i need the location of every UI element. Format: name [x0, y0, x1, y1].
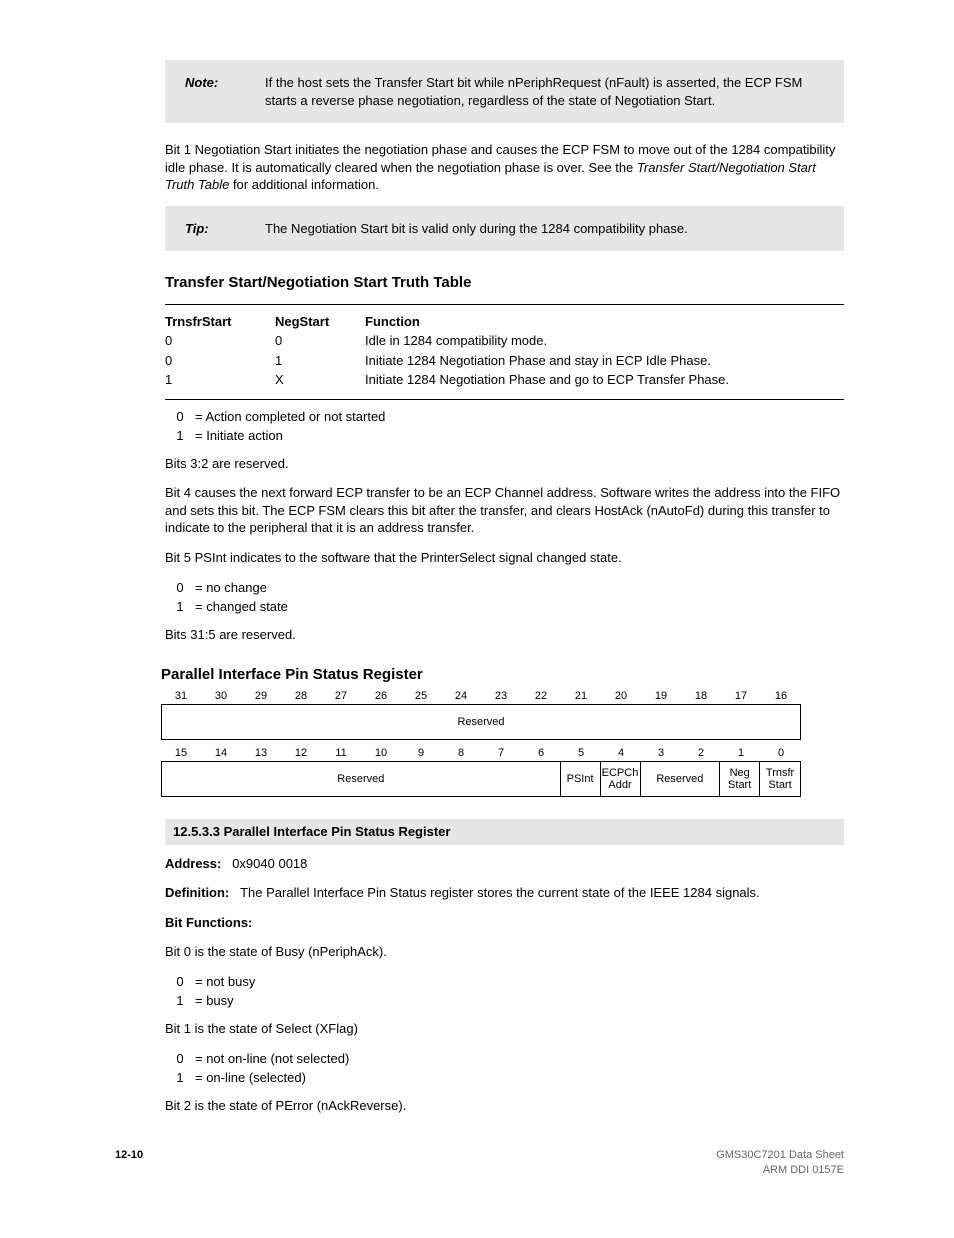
bit-index: 14: [201, 746, 241, 761]
bit-index: 22: [521, 689, 561, 704]
list-item: 1= changed state: [165, 598, 844, 616]
bit-description: Bit 2 is the state of PError (nAckRevers…: [165, 1097, 844, 1115]
list-item: 0= Action completed or not started: [165, 408, 844, 426]
para-neg-start: Bit 1 Negotiation Start initiates the ne…: [165, 141, 844, 194]
bitfn-label: Bit Functions:: [165, 915, 252, 930]
para-bit4: Bit 4 causes the next forward ECP transf…: [165, 484, 844, 537]
page-number: 12-10: [115, 1148, 143, 1178]
pin-section-heading: 12.5.3.3 Parallel Interface Pin Status R…: [165, 819, 844, 845]
bit-cell: PSInt: [561, 762, 601, 796]
def-label: Definition:: [165, 885, 229, 900]
bit-index: 0: [761, 746, 801, 761]
table-row: 1XInitiate 1284 Negotiation Phase and go…: [165, 371, 844, 389]
bit-index: 19: [641, 689, 681, 704]
list-item: 0= no change: [165, 579, 844, 597]
bit-index: 8: [441, 746, 481, 761]
bit-cell: Trnsfr Start: [760, 762, 800, 796]
bit-index: 17: [721, 689, 761, 704]
bit-cell: ECPCh Addr: [601, 762, 641, 796]
note-text: If the host sets the Transfer Start bit …: [265, 74, 824, 109]
col-trnsfr: TrnsfrStart: [165, 313, 275, 331]
bit-index: 4: [601, 746, 641, 761]
list-item: 0= not busy: [165, 973, 844, 991]
divider: [165, 399, 844, 400]
bit-index: 2: [681, 746, 721, 761]
page-footer: 12-10 GMS30C7201 Data Sheet ARM DDI 0157…: [115, 1148, 844, 1178]
bit-index: 20: [601, 689, 641, 704]
list-item: 1= busy: [165, 992, 844, 1010]
bit-index: 7: [481, 746, 521, 761]
bit-index: 16: [761, 689, 801, 704]
register-title: Parallel Interface Pin Status Register: [161, 665, 801, 685]
bit-cell: Reserved: [641, 762, 721, 796]
list-item: 1= Initiate action: [165, 427, 844, 445]
table-row: 00Idle in 1284 compatibility mode.: [165, 332, 844, 350]
addr-value: 0x9040 0018: [232, 856, 307, 871]
list-item: 0= not on-line (not selected): [165, 1050, 844, 1068]
para-reserved-32: Bits 3:2 are reserved.: [165, 455, 844, 473]
bit-cell-reserved-top: Reserved: [162, 705, 800, 739]
para-bit5: Bit 5 PSInt indicates to the software th…: [165, 549, 844, 567]
bit-index: 10: [361, 746, 401, 761]
bit-index: 30: [201, 689, 241, 704]
bit-description: Bit 0 is the state of Busy (nPeriphAck).: [165, 943, 844, 961]
bit-index: 29: [241, 689, 281, 704]
register-diagram: Parallel Interface Pin Status Register 3…: [161, 665, 801, 797]
truth-table-heading: Transfer Start/Negotiation Start Truth T…: [165, 273, 844, 293]
bit-index: 11: [321, 746, 361, 761]
bit-cell: Reserved: [162, 762, 561, 796]
bit-index: 24: [441, 689, 481, 704]
bit-index: 26: [361, 689, 401, 704]
bit-index: 12: [281, 746, 321, 761]
bit-index: 6: [521, 746, 561, 761]
tip-label: Tip:: [185, 221, 209, 236]
bit-index: 9: [401, 746, 441, 761]
bit-index: 13: [241, 746, 281, 761]
divider: [165, 304, 844, 305]
bit-index: 25: [401, 689, 441, 704]
list-item: 1= on-line (selected): [165, 1069, 844, 1087]
bit-index: 21: [561, 689, 601, 704]
note-label: Note:: [185, 75, 218, 90]
note-box: Note: If the host sets the Transfer Star…: [165, 60, 844, 123]
bit-index: 31: [161, 689, 201, 704]
col-neg: NegStart: [275, 313, 365, 331]
bit-index: 1: [721, 746, 761, 761]
table-row: 01Initiate 1284 Negotiation Phase and st…: [165, 352, 844, 370]
bit-index: 5: [561, 746, 601, 761]
bit-index: 3: [641, 746, 681, 761]
bit-index: 23: [481, 689, 521, 704]
bit-index: 27: [321, 689, 361, 704]
addr-label: Address:: [165, 856, 221, 871]
def-value: The Parallel Interface Pin Status regist…: [240, 885, 760, 900]
bit-index: 18: [681, 689, 721, 704]
bit-index: 15: [161, 746, 201, 761]
para-reserved-315: Bits 31:5 are reserved.: [165, 626, 844, 644]
bit-index: 28: [281, 689, 321, 704]
col-fn: Function: [365, 313, 420, 331]
bit-cell: Neg Start: [720, 762, 760, 796]
tip-box: Tip: The Negotiation Start bit is valid …: [165, 206, 844, 252]
tip-text: The Negotiation Start bit is valid only …: [265, 220, 824, 238]
bit-description: Bit 1 is the state of Select (XFlag): [165, 1020, 844, 1038]
